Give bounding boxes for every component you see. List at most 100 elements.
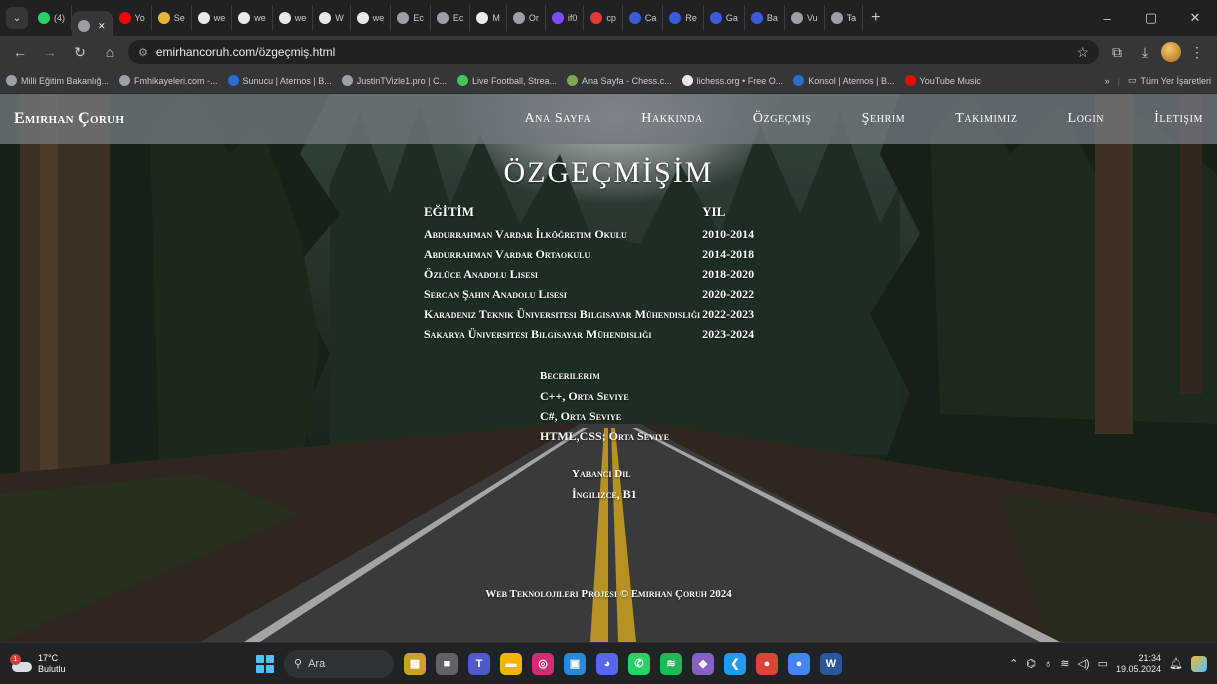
clock[interactable]: 21:34 19.05.2024 bbox=[1116, 653, 1161, 675]
chrome-profile-icon[interactable]: ● bbox=[788, 652, 810, 675]
profile-avatar[interactable] bbox=[1161, 42, 1181, 62]
education-header-row: EĞİTİM YIL bbox=[424, 200, 780, 224]
bookmark-item[interactable]: YouTube Music bbox=[904, 75, 981, 86]
downloads-icon[interactable]: ⤓ bbox=[1133, 40, 1157, 64]
bookmark-label: YouTube Music bbox=[919, 75, 981, 86]
tab-title: Ca bbox=[644, 13, 657, 23]
vscode-icon[interactable]: ❮ bbox=[724, 652, 746, 675]
nav-link[interactable]: Login bbox=[1068, 111, 1105, 127]
widgets-icon[interactable]: ▦ bbox=[404, 652, 426, 675]
skill-item: C#, Orta Seviye bbox=[540, 409, 622, 423]
browser-tab[interactable]: M bbox=[470, 5, 507, 31]
browser-tab[interactable]: Ga bbox=[704, 5, 745, 31]
browser-tab[interactable]: if0 bbox=[546, 5, 585, 31]
more-menu-icon[interactable]: ⋮ bbox=[1185, 40, 1209, 64]
browser-tab[interactable]: Se bbox=[152, 5, 192, 31]
browser-tab[interactable]: cp bbox=[584, 5, 623, 31]
tab-favicon-icon bbox=[709, 12, 722, 24]
file-viewer-icon[interactable]: ■ bbox=[436, 652, 458, 675]
bookmark-item[interactable]: Fmhikayeleri.com -... bbox=[119, 75, 218, 86]
network-tray-icon[interactable]: ⌬ bbox=[1026, 657, 1036, 670]
browser-tab[interactable]: Ec bbox=[431, 5, 471, 31]
browser-tab[interactable]: Vu bbox=[785, 5, 825, 31]
forward-icon[interactable]: → bbox=[38, 40, 62, 64]
education-row: Abdurrahman Vardar Ortaokulu 2014-2018 bbox=[424, 244, 780, 264]
nav-link[interactable]: Hakkında bbox=[641, 111, 703, 127]
browser-tab[interactable]: (4) bbox=[32, 5, 72, 31]
notification-bell-icon[interactable]: 🔔︎ bbox=[1169, 657, 1183, 670]
wifi-icon[interactable]: ≋ bbox=[1060, 657, 1069, 670]
browser-tab[interactable]: we bbox=[192, 5, 233, 31]
bookmark-item[interactable]: JustinTVizle1.pro | C... bbox=[341, 75, 447, 86]
browser-tab[interactable]: Yo bbox=[113, 5, 152, 31]
browser-tab[interactable]: W bbox=[313, 5, 351, 31]
browser-tab[interactable]: we bbox=[273, 5, 314, 31]
restore-button[interactable]: ▢ bbox=[1129, 0, 1173, 36]
tab-title: Ba bbox=[766, 13, 778, 23]
tab-close-icon[interactable]: ✕ bbox=[98, 21, 106, 32]
browser-tab[interactable]: Ta bbox=[825, 5, 864, 31]
visual-studio-icon[interactable]: ◆ bbox=[692, 652, 714, 675]
extensions-icon[interactable]: ⧉ bbox=[1105, 40, 1129, 64]
battery-icon[interactable]: ▭ bbox=[1098, 657, 1108, 670]
browser-tab[interactable]: Ba bbox=[745, 5, 785, 31]
close-window-button[interactable]: ✕ bbox=[1173, 0, 1217, 36]
taskbar-search[interactable]: ⚲ Ara bbox=[284, 649, 394, 678]
bookmark-item[interactable]: Live Football, Strea... bbox=[457, 75, 557, 86]
minimize-button[interactable]: – bbox=[1085, 0, 1129, 36]
bookmark-item[interactable]: Milli Eğitim Bakanlığ... bbox=[6, 75, 109, 86]
nav-link[interactable]: Takımımız bbox=[955, 111, 1017, 127]
browser-tab[interactable]: Ec bbox=[391, 5, 431, 31]
show-hidden-icons-button[interactable]: ⌃ bbox=[1009, 657, 1018, 670]
teams-icon[interactable]: T bbox=[468, 652, 490, 675]
address-bar[interactable]: ⚙ emirhancoruh.com/özgeçmiş.html ☆ bbox=[128, 40, 1099, 64]
site-nav: Ana Sayfa Hakkında Özgeçmiş Şehrim Takımımız… bbox=[524, 111, 1203, 127]
copilot-icon[interactable] bbox=[1191, 655, 1207, 672]
home-icon[interactable]: ⌂ bbox=[98, 40, 122, 64]
discord-icon[interactable]: ◕ bbox=[596, 652, 618, 675]
microphone-icon[interactable]: ♁ bbox=[1044, 658, 1052, 670]
school-name: Sercan Şahin Anadolu Lisesi bbox=[424, 286, 567, 301]
nav-link[interactable]: Özgeçmiş bbox=[753, 111, 812, 127]
site-info-icon[interactable]: ⚙ bbox=[138, 46, 148, 59]
all-bookmarks-folder[interactable]: ▭ Tüm Yer İşaretleri bbox=[1128, 75, 1211, 86]
spotify-icon[interactable]: ≋ bbox=[660, 652, 682, 675]
windows-taskbar: 1 17°C Bulutlu ⚲ Ara ▦ ■ T ▬ ◎ ▣ ◕ ✆ ≋ ◆ ❮ ● ● W ⌃ ⌬ … bbox=[0, 642, 1217, 684]
browser-tab[interactable]: Or bbox=[507, 5, 546, 31]
bookmark-item[interactable]: lichess.org • Free O... bbox=[681, 75, 783, 86]
new-tab-button[interactable]: + bbox=[863, 9, 888, 27]
weather-widget[interactable]: 1 17°C Bulutlu bbox=[10, 653, 120, 675]
year-column-header: YIL bbox=[702, 204, 726, 219]
search-icon: ⚲ bbox=[294, 658, 303, 670]
browser-tab[interactable]: we bbox=[351, 5, 392, 31]
bookmark-item[interactable]: Konsol | Aternos | B... bbox=[793, 75, 895, 86]
page-title: ÖZGEÇMİŞİM bbox=[503, 156, 714, 189]
store-icon[interactable]: ▣ bbox=[564, 652, 586, 675]
instagram-icon[interactable]: ◎ bbox=[532, 652, 554, 675]
bookmark-star-icon[interactable]: ☆ bbox=[1076, 44, 1089, 61]
bookmark-item[interactable]: Sunucu | Aternos | B... bbox=[227, 75, 332, 86]
chrome-icon[interactable]: ● bbox=[756, 652, 778, 675]
browser-tab[interactable]: we bbox=[232, 5, 273, 31]
skills-section: Becerilerim C++, Orta Seviye C#, Orta Sev… bbox=[540, 366, 669, 443]
school-name: Sakarya Üniversitesi Bilgisayar Mühendis… bbox=[424, 326, 652, 341]
volume-icon[interactable]: ◁) bbox=[1077, 657, 1089, 670]
language-heading: Yabancı Dil bbox=[572, 468, 631, 480]
back-icon[interactable]: ← bbox=[8, 40, 32, 64]
browser-tab[interactable]: Re bbox=[663, 5, 704, 31]
bookmark-item[interactable]: Ana Sayfa - Chess.c... bbox=[567, 75, 672, 86]
windows-start-icon[interactable] bbox=[256, 654, 274, 673]
tab-search-button[interactable]: ⌄ bbox=[6, 7, 28, 29]
file-explorer-icon[interactable]: ▬ bbox=[500, 652, 522, 675]
nav-link[interactable]: İletişim bbox=[1154, 111, 1203, 127]
bookmarks-overflow-button[interactable]: » bbox=[1105, 76, 1110, 86]
nav-link[interactable]: Ana Sayfa bbox=[524, 111, 591, 127]
whatsapp-icon[interactable]: ✆ bbox=[628, 652, 650, 675]
word-icon[interactable]: W bbox=[820, 652, 842, 675]
site-brand[interactable]: Emirhan Çoruh bbox=[14, 110, 124, 128]
nav-link[interactable]: Şehrim bbox=[862, 111, 906, 127]
tab-title: Or bbox=[528, 13, 539, 23]
tab-favicon-icon bbox=[590, 12, 603, 24]
reload-icon[interactable]: ↻ bbox=[68, 40, 92, 64]
browser-tab[interactable]: Ca bbox=[623, 5, 664, 31]
